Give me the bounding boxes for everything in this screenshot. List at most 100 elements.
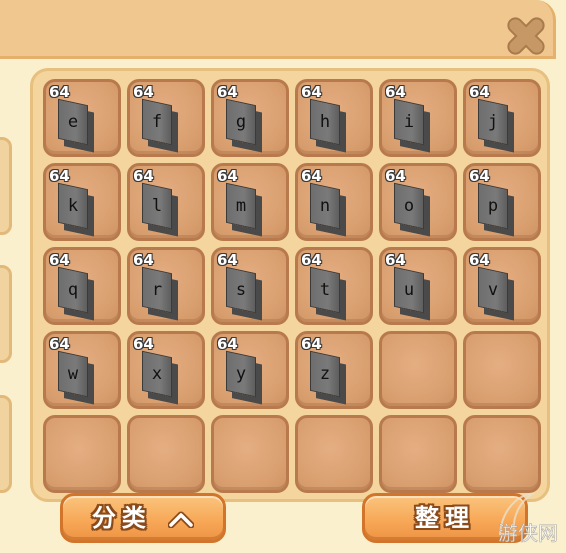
letter-block-item: e [58, 98, 88, 146]
inventory-slot-empty[interactable] [379, 415, 457, 493]
inventory-slot[interactable]: 64 i [379, 79, 457, 157]
slot-count: 64 [301, 335, 322, 353]
inventory-grid-frame: 64 e 64 f 64 g 64 h 64 i 64 j 64 k 64 l 64 m 64 n 64 o 64 p 64 q 6… [30, 68, 550, 502]
inventory-grid: 64 e 64 f 64 g 64 h 64 i 64 j 64 k 64 l 64 m 64 n 64 o 64 p 64 q 6… [43, 79, 541, 493]
inventory-slot[interactable]: 64 o [379, 163, 457, 241]
inventory-slot[interactable]: 64 l [127, 163, 205, 241]
chevron-up-icon [168, 511, 195, 528]
slot-letter: w [67, 364, 79, 384]
slot-letter: t [319, 280, 331, 300]
watermark-text: 游侠网 [498, 521, 558, 545]
slot-letter: i [403, 112, 415, 132]
slot-count: 64 [133, 83, 154, 101]
side-tab-1[interactable] [0, 137, 12, 235]
inventory-slot[interactable]: 64 n [295, 163, 373, 241]
letter-block-item: k [58, 182, 88, 230]
slot-count: 64 [301, 83, 322, 101]
inventory-slot[interactable]: 64 m [211, 163, 289, 241]
letter-block-item: f [142, 98, 172, 146]
inventory-slot[interactable]: 64 j [463, 79, 541, 157]
category-button-label: 分类 [91, 504, 152, 532]
slot-letter: p [487, 196, 499, 216]
letter-block-item: s [226, 266, 256, 314]
inventory-slot[interactable]: 64 s [211, 247, 289, 325]
inventory-slot-empty[interactable] [379, 331, 457, 409]
slot-letter: y [235, 364, 247, 384]
letter-block-item: q [58, 266, 88, 314]
inventory-slot[interactable]: 64 w [43, 331, 121, 409]
slot-letter: e [67, 112, 79, 132]
slot-count: 64 [49, 251, 70, 269]
slot-count: 64 [133, 335, 154, 353]
letter-block-item: t [310, 266, 340, 314]
letter-block-item: r [142, 266, 172, 314]
inventory-slot[interactable]: 64 e [43, 79, 121, 157]
inventory-slot[interactable]: 64 k [43, 163, 121, 241]
category-button[interactable]: 分类 [60, 493, 226, 543]
slot-letter: u [403, 280, 415, 300]
slot-letter: o [403, 196, 415, 216]
slot-letter: f [151, 112, 163, 132]
slot-letter: r [151, 280, 163, 300]
letter-block-item: l [142, 182, 172, 230]
inventory-slot-empty[interactable] [463, 415, 541, 493]
letter-block-item: o [394, 182, 424, 230]
slot-letter: x [151, 364, 163, 384]
slot-count: 64 [469, 83, 490, 101]
slot-count: 64 [469, 251, 490, 269]
inventory-slot[interactable]: 64 y [211, 331, 289, 409]
slot-count: 64 [385, 167, 406, 185]
slot-letter: s [235, 280, 247, 300]
slot-count: 64 [217, 167, 238, 185]
slot-count: 64 [301, 167, 322, 185]
sort-button-label: 整理 [415, 504, 475, 532]
inventory-slot[interactable]: 64 z [295, 331, 373, 409]
slot-count: 64 [133, 167, 154, 185]
inventory-slot[interactable]: 64 u [379, 247, 457, 325]
inventory-slot-empty[interactable] [43, 415, 121, 493]
letter-block-item: g [226, 98, 256, 146]
letter-block-item: v [478, 266, 508, 314]
inventory-slot[interactable]: 64 f [127, 79, 205, 157]
slot-count: 64 [217, 83, 238, 101]
slot-letter: z [319, 364, 331, 384]
inventory-slot[interactable]: 64 r [127, 247, 205, 325]
letter-block-item: y [226, 350, 256, 398]
side-tab-2[interactable] [0, 265, 12, 363]
slot-letter: q [67, 280, 79, 300]
inventory-slot[interactable]: 64 t [295, 247, 373, 325]
inventory-slot[interactable]: 64 q [43, 247, 121, 325]
letter-block-item: z [310, 350, 340, 398]
side-tab-3[interactable] [0, 395, 12, 493]
inventory-slot-empty[interactable] [127, 415, 205, 493]
slot-letter: k [67, 196, 79, 216]
inventory-slot-empty[interactable] [211, 415, 289, 493]
slot-letter: l [151, 196, 163, 216]
slot-letter: h [319, 112, 331, 132]
letter-block-item: x [142, 350, 172, 398]
letter-block-item: h [310, 98, 340, 146]
slot-count: 64 [301, 251, 322, 269]
close-x-icon [507, 17, 545, 55]
panel-header [0, 0, 556, 59]
inventory-slot-empty[interactable] [295, 415, 373, 493]
inventory-slot[interactable]: 64 p [463, 163, 541, 241]
inventory-slot[interactable]: 64 h [295, 79, 373, 157]
slot-letter: j [487, 112, 499, 132]
slot-count: 64 [217, 251, 238, 269]
slot-letter: g [235, 112, 247, 132]
letter-block-item: u [394, 266, 424, 314]
inventory-slot[interactable]: 64 v [463, 247, 541, 325]
slot-letter: v [487, 280, 499, 300]
letter-block-item: i [394, 98, 424, 146]
watermark-logo: 游侠网 [490, 488, 566, 552]
inventory-slot[interactable]: 64 g [211, 79, 289, 157]
letter-block-item: j [478, 98, 508, 146]
inventory-slot-empty[interactable] [463, 331, 541, 409]
inventory-slot[interactable]: 64 x [127, 331, 205, 409]
close-button[interactable] [500, 10, 552, 62]
inventory-panel: 64 e 64 f 64 g 64 h 64 i 64 j 64 k 64 l 64 m 64 n 64 o 64 p 64 q 6… [0, 0, 566, 553]
slot-count: 64 [217, 335, 238, 353]
slot-count: 64 [133, 251, 154, 269]
letter-block-item: n [310, 182, 340, 230]
